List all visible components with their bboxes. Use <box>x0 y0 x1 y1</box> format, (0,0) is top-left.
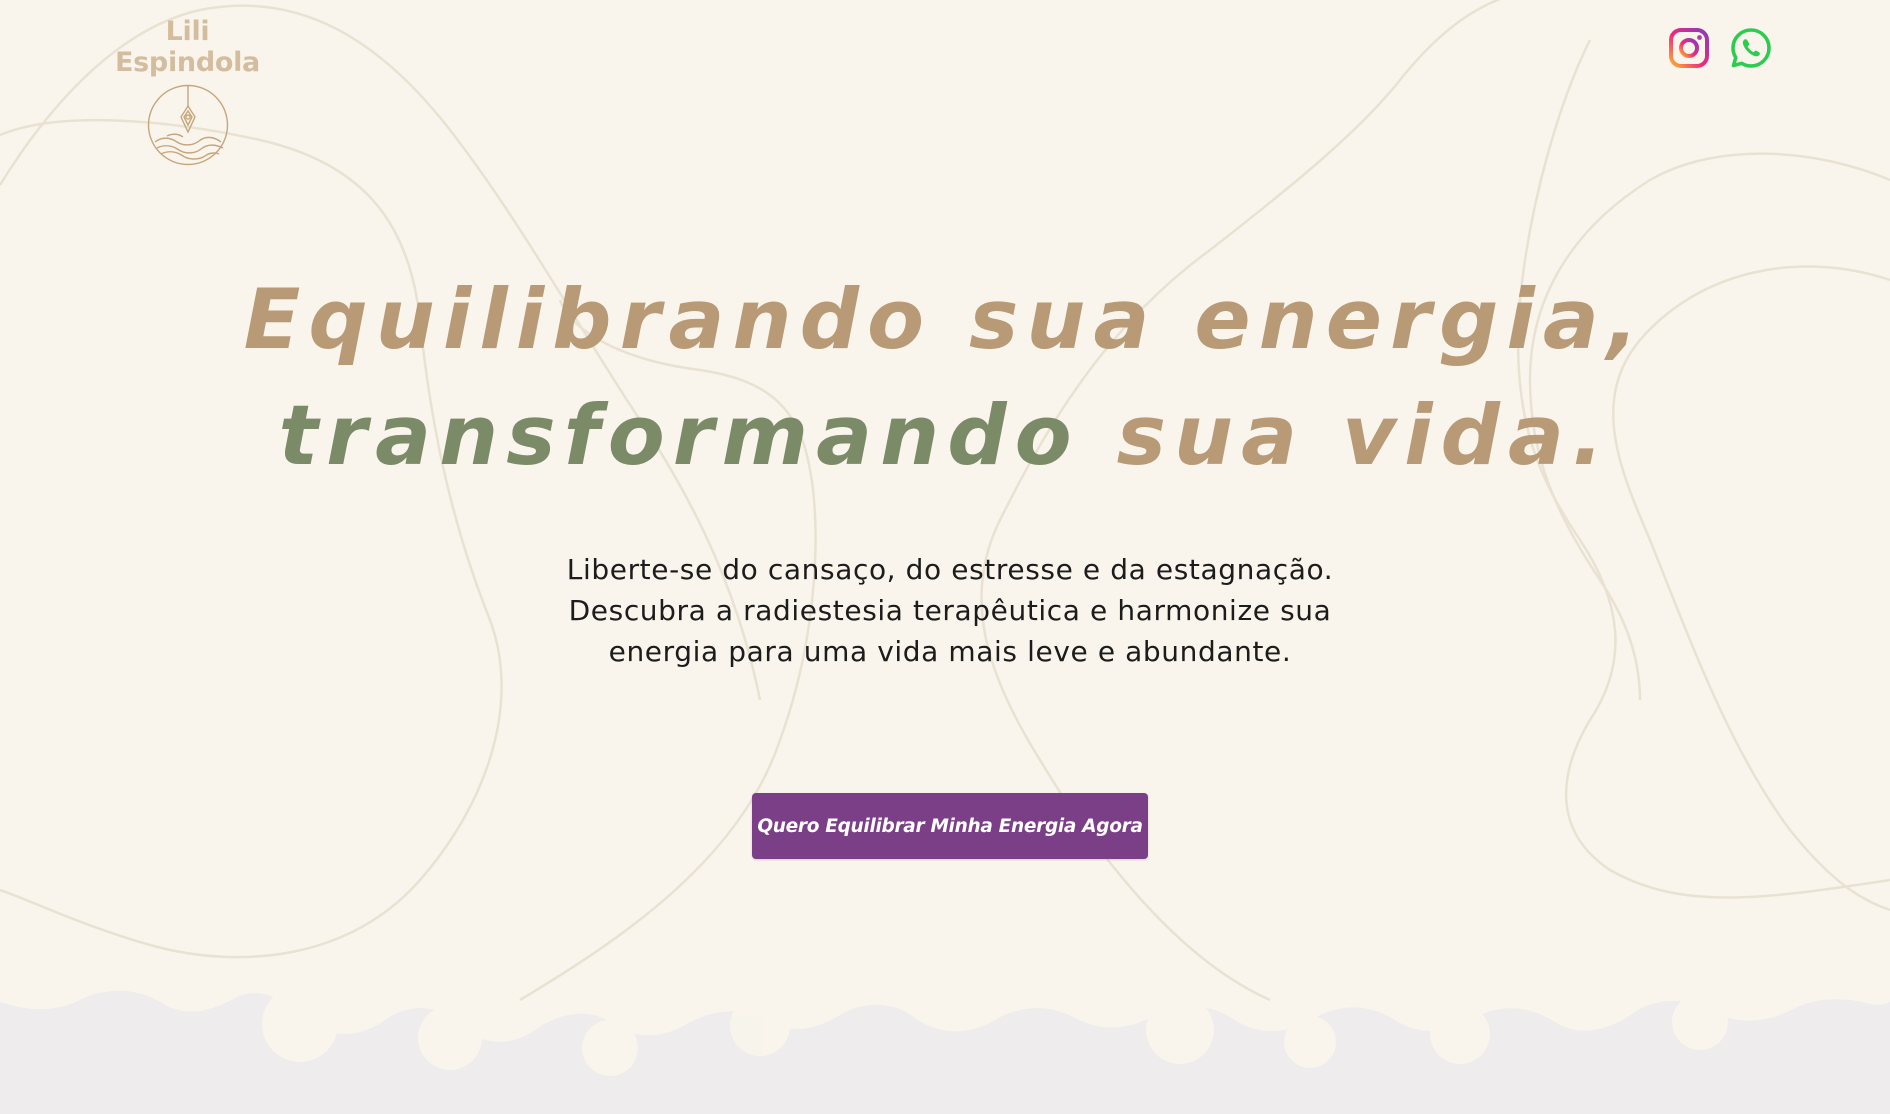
pendulum-logo-icon <box>147 84 228 166</box>
hero-subtitle-line-3: energia para uma vida mais leve e abunda… <box>608 635 1292 668</box>
brand[interactable]: Lili Espindola <box>95 16 280 166</box>
hero-subtitle-line-2: Descubra a radiestesia terapêutica e har… <box>568 594 1332 627</box>
whatsapp-icon <box>1731 28 1771 68</box>
hero-subtitle: Liberte-se do cansaço, do estresse e da … <box>545 549 1355 672</box>
cta-button[interactable]: Quero Equilibrar Minha Energia Agora <box>752 793 1148 859</box>
instagram-icon <box>1669 28 1709 68</box>
hero-subtitle-line-1: Liberte-se do cansaço, do estresse e da … <box>566 553 1334 586</box>
instagram-link[interactable] <box>1668 27 1710 69</box>
hero-title-tail: sua vida. <box>1116 387 1612 484</box>
whatsapp-link[interactable] <box>1730 27 1772 69</box>
brand-name: Lili Espindola <box>115 16 260 78</box>
hero-title-line-1: Equilibrando sua energia, <box>243 271 1647 368</box>
hero-title-line-2: transformando sua vida. <box>0 378 1890 494</box>
hero-title: Equilibrando sua energia, transformando … <box>0 262 1890 494</box>
social-links <box>1668 27 1772 69</box>
hero-title-highlight: transformando <box>278 387 1080 484</box>
